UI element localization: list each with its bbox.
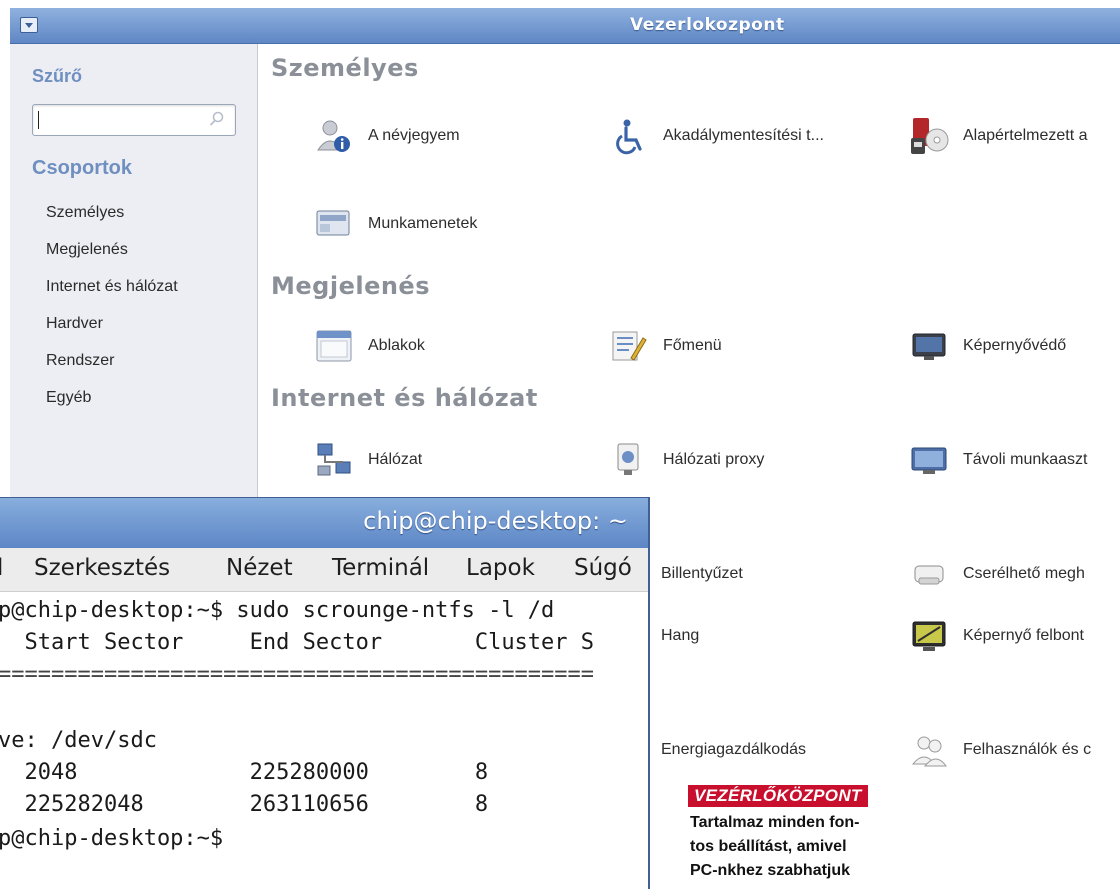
caption-line: Tartalmaz minden fon- bbox=[690, 814, 860, 831]
item-label: Főmenü bbox=[663, 337, 722, 354]
item-default-apps[interactable]: Alapértelmezett a bbox=[909, 114, 1088, 158]
item-label: Akadálymentesítési t... bbox=[663, 127, 824, 144]
item-label: Hang bbox=[661, 627, 700, 644]
item-users-groups[interactable]: Felhasználók és c bbox=[909, 728, 1091, 772]
item-windows[interactable]: Ablakok bbox=[314, 324, 425, 368]
caption-line: tos beállítást, amivel bbox=[690, 838, 847, 855]
item-label: Billentyűzet bbox=[661, 565, 743, 582]
default-apps-icon bbox=[911, 118, 949, 154]
sessions-icon bbox=[316, 210, 350, 236]
windows-icon bbox=[316, 330, 352, 362]
item-network[interactable]: Hálózat bbox=[314, 438, 422, 482]
terminal-window: chip@chip-desktop: ~ l Szerkesztés Nézet… bbox=[0, 497, 650, 889]
terminal-line: 225282048 263110656 8 bbox=[0, 792, 489, 817]
item-sessions[interactable]: Munkamenetek bbox=[314, 202, 477, 246]
menu-tabs[interactable]: Lapok bbox=[466, 555, 535, 581]
terminal-line: ve: /dev/sdc bbox=[0, 728, 157, 753]
search-input[interactable] bbox=[32, 104, 236, 136]
item-display-resolution[interactable]: Képernyő felbont bbox=[909, 614, 1084, 658]
accessibility-icon bbox=[616, 119, 642, 155]
terminal-output[interactable]: p@chip-desktop:~$ sudo scrounge-ntfs -l … bbox=[0, 592, 648, 889]
screensaver-icon bbox=[912, 333, 946, 360]
main-menu-icon bbox=[612, 331, 647, 361]
menu-terminal[interactable]: Terminál bbox=[332, 555, 429, 581]
terminal-line: 2048 225280000 8 bbox=[0, 760, 489, 785]
remote-desktop-icon bbox=[911, 447, 947, 474]
item-label: Távoli munkaaszt bbox=[963, 451, 1088, 468]
item-label: Hálózati proxy bbox=[663, 451, 765, 468]
item-label: Munkamenetek bbox=[368, 215, 478, 232]
window-title: Vezerlokozpont bbox=[630, 15, 785, 35]
menu-file[interactable]: l bbox=[0, 555, 3, 581]
menu-view[interactable]: Nézet bbox=[226, 555, 293, 581]
item-keyboard[interactable]: Billentyűzet bbox=[661, 552, 743, 596]
control-center-titlebar[interactable]: Vezerlokozpont bbox=[10, 8, 1120, 44]
sidebar-item-hardver[interactable]: Hardver bbox=[46, 315, 103, 333]
section-title-megjelenes: Megjelenés bbox=[271, 272, 430, 300]
caption-tag: VEZÉRLŐKÖZPONT bbox=[688, 785, 868, 807]
item-about-me[interactable]: A névjegyem bbox=[314, 114, 460, 158]
item-label: Képernyővédő bbox=[963, 337, 1067, 354]
terminal-line: p@chip-desktop:~$ sudo scrounge-ntfs -l … bbox=[0, 598, 555, 623]
item-accessibility[interactable]: Akadálymentesítési t... bbox=[609, 114, 824, 158]
text-cursor bbox=[38, 111, 39, 129]
item-label: Hálózat bbox=[368, 451, 423, 468]
terminal-menubar: l Szerkesztés Nézet Terminál Lapok Súgó bbox=[0, 548, 648, 592]
sidebar-item-egyeb[interactable]: Egyéb bbox=[46, 389, 91, 407]
item-label: Felhasználók és c bbox=[963, 741, 1092, 758]
sidebar-item-szemelyes[interactable]: Személyes bbox=[46, 204, 124, 222]
item-removable-drives[interactable]: Cserélhető megh bbox=[909, 552, 1085, 596]
section-title-internet: Internet és hálózat bbox=[271, 384, 538, 412]
groups-heading: Csoportok bbox=[32, 157, 132, 179]
removable-drives-icon bbox=[914, 565, 944, 585]
item-screensaver[interactable]: Képernyővédő bbox=[909, 324, 1066, 368]
network-icon bbox=[317, 443, 351, 476]
item-label: A névjegyem bbox=[368, 127, 460, 144]
window-menu-button[interactable] bbox=[20, 17, 38, 33]
item-main-menu[interactable]: Főmenü bbox=[609, 324, 722, 368]
item-label: Ablakok bbox=[368, 337, 425, 354]
search-icon[interactable] bbox=[209, 111, 225, 127]
menu-edit[interactable]: Szerkesztés bbox=[34, 555, 170, 581]
item-label: Képernyő felbont bbox=[963, 627, 1084, 644]
display-resolution-icon bbox=[912, 621, 946, 651]
item-power-management[interactable]: Energiagazdálkodás bbox=[661, 728, 806, 772]
item-label: Cserélhető megh bbox=[963, 565, 1085, 582]
network-proxy-icon bbox=[617, 443, 639, 475]
sidebar-item-internet[interactable]: Internet és hálózat bbox=[46, 278, 178, 296]
terminal-line: ========================================… bbox=[0, 662, 595, 687]
item-sound[interactable]: Hang bbox=[661, 614, 699, 658]
menu-help[interactable]: Súgó bbox=[574, 555, 632, 581]
filter-heading: Szűrő bbox=[32, 66, 83, 86]
sidebar-item-megjelenes[interactable]: Megjelenés bbox=[46, 241, 128, 259]
section-title-szemelyes: Személyes bbox=[271, 54, 419, 82]
terminal-line: p@chip-desktop:~$ bbox=[0, 826, 224, 851]
item-remote-desktop[interactable]: Távoli munkaaszt bbox=[909, 438, 1088, 482]
users-groups-icon bbox=[911, 736, 947, 767]
terminal-titlebar[interactable]: chip@chip-desktop: ~ bbox=[0, 498, 648, 548]
item-label: Energiagazdálkodás bbox=[661, 741, 806, 758]
sidebar-item-rendszer[interactable]: Rendszer bbox=[46, 352, 114, 370]
caption-line: PC-nkhez szabhatjuk bbox=[690, 862, 851, 879]
item-label: Alapértelmezett a bbox=[963, 127, 1088, 144]
item-network-proxy[interactable]: Hálózati proxy bbox=[609, 438, 764, 482]
user-info-icon bbox=[317, 120, 350, 152]
terminal-title: chip@chip-desktop: ~ bbox=[363, 507, 628, 535]
terminal-line: Start Sector End Sector Cluster S bbox=[0, 630, 595, 655]
